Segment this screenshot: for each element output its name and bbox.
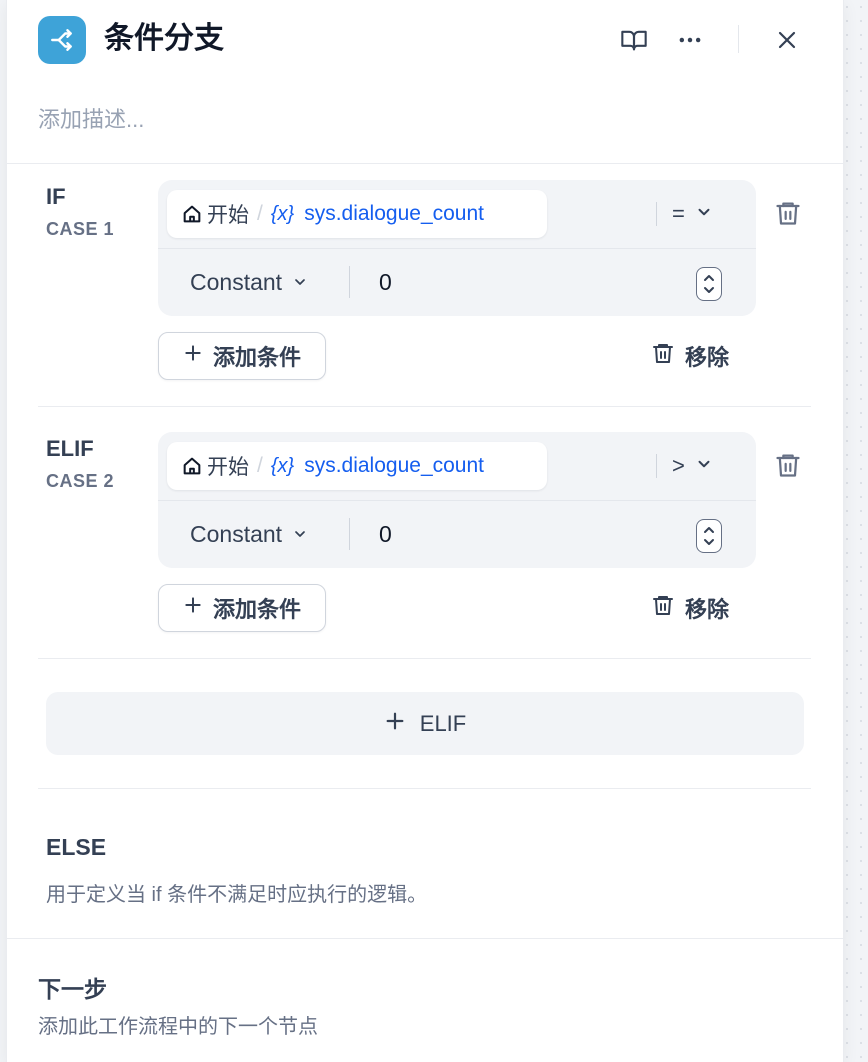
- case-divider: [38, 406, 811, 407]
- case-2-title: ELIF: [46, 436, 94, 461]
- variable-icon: {x}: [270, 202, 295, 225]
- operator-value: >: [672, 453, 685, 478]
- add-condition-label: 添加条件: [212, 597, 301, 622]
- variable-icon: {x}: [270, 454, 295, 477]
- home-icon: [181, 455, 203, 477]
- trash-icon: [651, 593, 675, 623]
- add-condition-button[interactable]: 添加条件: [158, 332, 326, 380]
- chevron-down-icon: [695, 201, 713, 227]
- add-elif-label: ELIF: [419, 710, 467, 736]
- remove-label: 移除: [685, 345, 730, 370]
- close-icon[interactable]: [769, 22, 805, 58]
- add-condition-button[interactable]: 添加条件: [158, 584, 326, 632]
- value-type-select[interactable]: Constant: [190, 516, 308, 552]
- else-title: ELSE: [46, 834, 107, 860]
- operator-divider: [656, 202, 657, 226]
- node-panel: 条件分支 添加描述... IF CASE 1 开始 / {x} sys.dial…: [6, 0, 844, 1062]
- path-separator: /: [257, 454, 263, 477]
- home-icon: [181, 203, 203, 225]
- next-step-title: 下一步: [38, 976, 107, 1002]
- chevron-down-icon: [695, 453, 713, 479]
- source-node-label: 开始: [207, 204, 249, 227]
- case-2-subtitle: CASE 2: [46, 471, 115, 491]
- case-divider: [38, 658, 811, 659]
- next-step-description: 添加此工作流程中的下一个节点: [38, 1016, 318, 1038]
- value-input[interactable]: [364, 264, 724, 300]
- value-type-label: Constant: [190, 268, 283, 295]
- plus-icon: [384, 710, 406, 738]
- add-elif-button[interactable]: ELIF: [46, 692, 804, 755]
- remove-label: 移除: [685, 597, 730, 622]
- source-node-label: 开始: [207, 456, 249, 479]
- variable-name: sys.dialogue_count: [304, 202, 484, 225]
- path-separator: /: [257, 202, 263, 225]
- operator-value: =: [672, 201, 685, 226]
- add-condition-label: 添加条件: [212, 345, 301, 370]
- operator-select[interactable]: >: [672, 448, 713, 484]
- value-type-select[interactable]: Constant: [190, 264, 308, 300]
- variable-selector[interactable]: 开始 / {x} sys.dialogue_count: [167, 442, 547, 490]
- chevron-down-icon: [292, 521, 308, 548]
- variable-name: sys.dialogue_count: [304, 454, 484, 477]
- trash-icon: [651, 341, 675, 371]
- condition-divider: [158, 248, 756, 249]
- plus-icon: [183, 343, 203, 369]
- branch-icon: [38, 16, 86, 64]
- trash-icon[interactable]: [773, 449, 803, 481]
- book-open-icon[interactable]: [616, 22, 652, 58]
- value-type-label: Constant: [190, 520, 283, 547]
- more-horizontal-icon[interactable]: [672, 22, 708, 58]
- case-1-title: IF: [46, 184, 66, 209]
- remove-case-button[interactable]: 移除: [651, 590, 729, 626]
- plus-icon: [183, 595, 203, 621]
- condition-row: 开始 / {x} sys.dialogue_count = Constant: [158, 180, 756, 316]
- chevron-down-icon: [292, 269, 308, 296]
- node-title[interactable]: 条件分支: [104, 18, 224, 60]
- variable-selector[interactable]: 开始 / {x} sys.dialogue_count: [167, 190, 547, 238]
- divider: [7, 163, 843, 164]
- description-input[interactable]: 添加描述...: [38, 104, 144, 136]
- value-divider: [349, 518, 350, 550]
- panel-header: 条件分支: [7, 0, 843, 84]
- operator-select[interactable]: =: [672, 196, 713, 232]
- header-divider: [738, 25, 739, 53]
- else-description: 用于定义当 if 条件不满足时应执行的逻辑。: [46, 884, 428, 906]
- divider: [7, 938, 843, 939]
- condition-divider: [158, 500, 756, 501]
- value-input[interactable]: [364, 516, 724, 552]
- case-1-subtitle: CASE 1: [46, 219, 115, 239]
- stepper-icon[interactable]: [696, 267, 722, 301]
- value-divider: [349, 266, 350, 298]
- operator-divider: [656, 454, 657, 478]
- stepper-icon[interactable]: [696, 519, 722, 553]
- divider: [38, 788, 811, 789]
- trash-icon[interactable]: [773, 197, 803, 229]
- condition-row: 开始 / {x} sys.dialogue_count > Constant: [158, 432, 756, 568]
- remove-case-button[interactable]: 移除: [651, 338, 729, 374]
